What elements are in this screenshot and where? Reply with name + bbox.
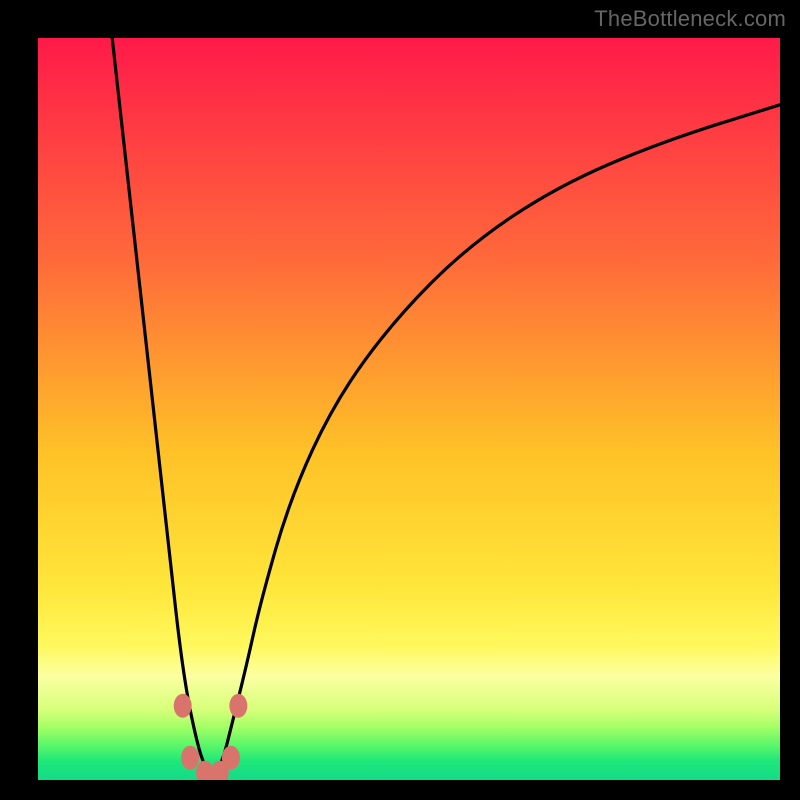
bottleneck-curve bbox=[112, 38, 780, 773]
curve-markers bbox=[174, 694, 248, 780]
curve-marker bbox=[174, 694, 192, 718]
curve-marker bbox=[229, 694, 247, 718]
curve-marker bbox=[222, 746, 240, 770]
watermark-text: TheBottleneck.com bbox=[594, 6, 786, 32]
curve-marker bbox=[181, 746, 199, 770]
chart-svg bbox=[38, 38, 780, 780]
plot-area bbox=[38, 38, 780, 780]
chart-frame: TheBottleneck.com bbox=[0, 0, 800, 800]
